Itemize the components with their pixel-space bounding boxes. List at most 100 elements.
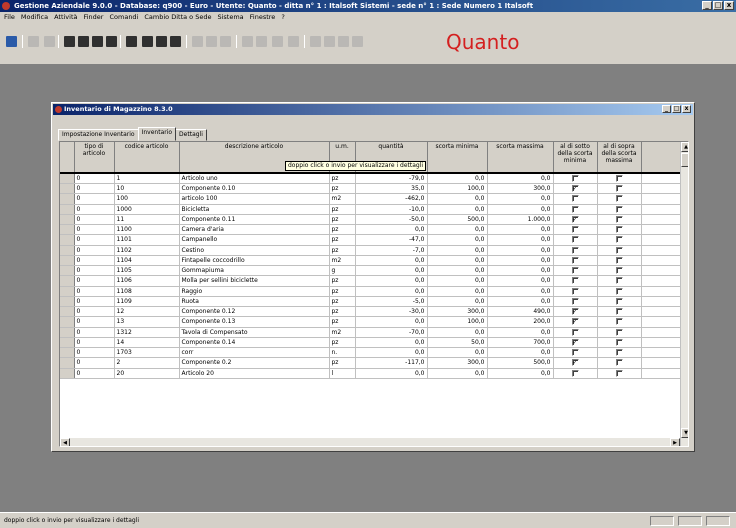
row-indicator[interactable]: [60, 255, 75, 267]
col-header-scorta-minima[interactable]: scorta minima: [427, 142, 488, 174]
window-close-button[interactable]: x: [682, 105, 691, 113]
table-row[interactable]: 0 1106 Molla per sellini biciclette pz 0,0 0,…: [60, 275, 681, 287]
table-row[interactable]: 0 1101 Campanello pz -47,0 0,0 0,0: [60, 234, 681, 246]
toolbar-refresh-icon[interactable]: [220, 36, 231, 47]
checkbox[interactable]: [571, 195, 579, 203]
cell-codice[interactable]: 1: [114, 172, 180, 184]
cell-tipo[interactable]: 0: [74, 183, 115, 195]
checkbox[interactable]: ✓: [571, 308, 579, 316]
cell-um[interactable]: pz: [329, 245, 356, 256]
table-row[interactable]: 0 1000 Bicicletta pz -10,0 0,0 0,0: [60, 204, 681, 215]
cell-codice[interactable]: 1104: [114, 255, 180, 267]
cell-codice[interactable]: 14: [114, 337, 180, 349]
checkbox[interactable]: [615, 338, 623, 346]
cell-scorta-massima[interactable]: 0,0: [487, 275, 554, 287]
checkbox[interactable]: [615, 175, 623, 182]
cell-quantita[interactable]: 0,0: [355, 337, 428, 349]
menu-modifica[interactable]: Modifica: [21, 12, 48, 23]
cell-scorta-massima[interactable]: 0,0: [487, 255, 554, 267]
toolbar-edit-icon[interactable]: [44, 36, 55, 47]
menu-attivita[interactable]: Attività: [54, 12, 77, 23]
cell-tipo[interactable]: 0: [74, 306, 115, 318]
cell-codice[interactable]: 1000: [114, 204, 180, 215]
cell-scorta-massima[interactable]: 0,0: [487, 224, 554, 236]
checkbox[interactable]: [615, 226, 623, 234]
toolbar-paste-icon[interactable]: [170, 36, 181, 47]
menu-finder[interactable]: Finder: [83, 12, 103, 23]
row-indicator[interactable]: [60, 286, 75, 297]
checkbox[interactable]: [615, 308, 623, 316]
row-indicator[interactable]: [60, 234, 75, 246]
cell-descrizione[interactable]: Ruota: [179, 296, 330, 308]
toolbar-preview-icon[interactable]: [64, 36, 75, 47]
cell-quantita[interactable]: -10,0: [355, 204, 428, 215]
tab-inventario[interactable]: Inventario: [137, 127, 177, 141]
cell-codice[interactable]: 1312: [114, 327, 180, 338]
toolbar-delete-icon[interactable]: [126, 36, 137, 47]
cell-descrizione[interactable]: Gommapiuma: [179, 265, 330, 277]
menu-file[interactable]: File: [4, 12, 15, 23]
cell-codice[interactable]: 1101: [114, 234, 180, 246]
toolbar-print-setup-icon[interactable]: [92, 36, 103, 47]
toolbar-first-icon[interactable]: [310, 36, 321, 47]
toolbar-last-icon[interactable]: [352, 36, 363, 47]
checkbox[interactable]: [571, 297, 579, 305]
cell-tipo[interactable]: 0: [74, 255, 115, 267]
window-title-bar[interactable]: Inventario di Magazzino 8.3.0 _ □ x: [53, 104, 693, 115]
tab-dettagli[interactable]: Dettagli: [175, 129, 207, 141]
row-indicator[interactable]: [60, 214, 75, 226]
scroll-thumb[interactable]: [681, 153, 688, 167]
scroll-right-arrow-icon[interactable]: ▶: [670, 438, 680, 446]
cell-tipo[interactable]: 0: [74, 172, 115, 184]
row-indicator[interactable]: [60, 337, 75, 349]
vertical-scrollbar[interactable]: ▲ ▼: [680, 142, 688, 446]
cell-descrizione[interactable]: Campanello: [179, 234, 330, 246]
cell-um[interactable]: g: [329, 265, 356, 277]
toolbar-save-icon[interactable]: [106, 36, 117, 47]
cell-descrizione[interactable]: Articolo 20: [179, 368, 330, 379]
cell-um[interactable]: pz: [329, 172, 356, 184]
row-indicator[interactable]: [60, 183, 75, 195]
col-header-scorta-massima[interactable]: scorta massima: [487, 142, 554, 174]
cell-quantita[interactable]: -117,0: [355, 357, 428, 369]
col-header-sopra-massima[interactable]: al di sopra della scorta massima: [597, 142, 642, 174]
window-maximize-button[interactable]: □: [672, 105, 681, 113]
cell-codice[interactable]: 13: [114, 316, 180, 328]
cell-scorta-minima[interactable]: 0,0: [427, 368, 488, 379]
col-header-tipo[interactable]: tipo di articolo: [74, 142, 115, 174]
cell-codice[interactable]: 100: [114, 193, 180, 205]
table-row[interactable]: 0 1 Articolo uno pz -79,0 0,0 0,0: [60, 172, 681, 184]
cell-tipo[interactable]: 0: [74, 316, 115, 328]
menu-comandi[interactable]: Comandi: [109, 12, 138, 23]
table-row[interactable]: 0 1102 Cestino pz -7,0 0,0 0,0: [60, 245, 681, 256]
cell-descrizione[interactable]: Raggio: [179, 286, 330, 297]
table-row[interactable]: 0 1703 corr n. 0,0 0,0 0,0: [60, 347, 681, 359]
cell-quantita[interactable]: 0,0: [355, 347, 428, 359]
row-indicator[interactable]: [60, 357, 75, 369]
horizontal-scrollbar[interactable]: ◀ ▶: [60, 438, 680, 446]
cell-scorta-massima[interactable]: 0,0: [487, 193, 554, 205]
cell-scorta-minima[interactable]: 0,0: [427, 193, 488, 205]
cell-codice[interactable]: 1109: [114, 296, 180, 308]
col-header-codice[interactable]: codice articolo: [114, 142, 180, 174]
restore-button[interactable]: □: [713, 1, 723, 10]
cell-quantita[interactable]: 0,0: [355, 275, 428, 287]
cell-quantita[interactable]: 0,0: [355, 316, 428, 328]
cell-scorta-massima[interactable]: 1.000,0: [487, 214, 554, 226]
cell-descrizione[interactable]: Camera d'aria: [179, 224, 330, 236]
cell-scorta-minima[interactable]: 100,0: [427, 183, 488, 195]
cell-um[interactable]: l: [329, 368, 356, 379]
cell-descrizione[interactable]: Componente 0.10: [179, 183, 330, 195]
checkbox[interactable]: [615, 185, 623, 193]
checkbox[interactable]: ✓: [571, 359, 579, 367]
row-indicator[interactable]: [60, 316, 75, 328]
checkbox[interactable]: [571, 175, 579, 182]
checkbox[interactable]: [571, 287, 579, 295]
checkbox[interactable]: [615, 359, 623, 367]
row-indicator[interactable]: [60, 245, 75, 256]
cell-um[interactable]: pz: [329, 275, 356, 287]
scroll-down-arrow-icon[interactable]: ▼: [681, 428, 688, 438]
cell-descrizione[interactable]: Bicicletta: [179, 204, 330, 215]
row-indicator[interactable]: [60, 204, 75, 215]
toolbar-prev-icon[interactable]: [324, 36, 335, 47]
